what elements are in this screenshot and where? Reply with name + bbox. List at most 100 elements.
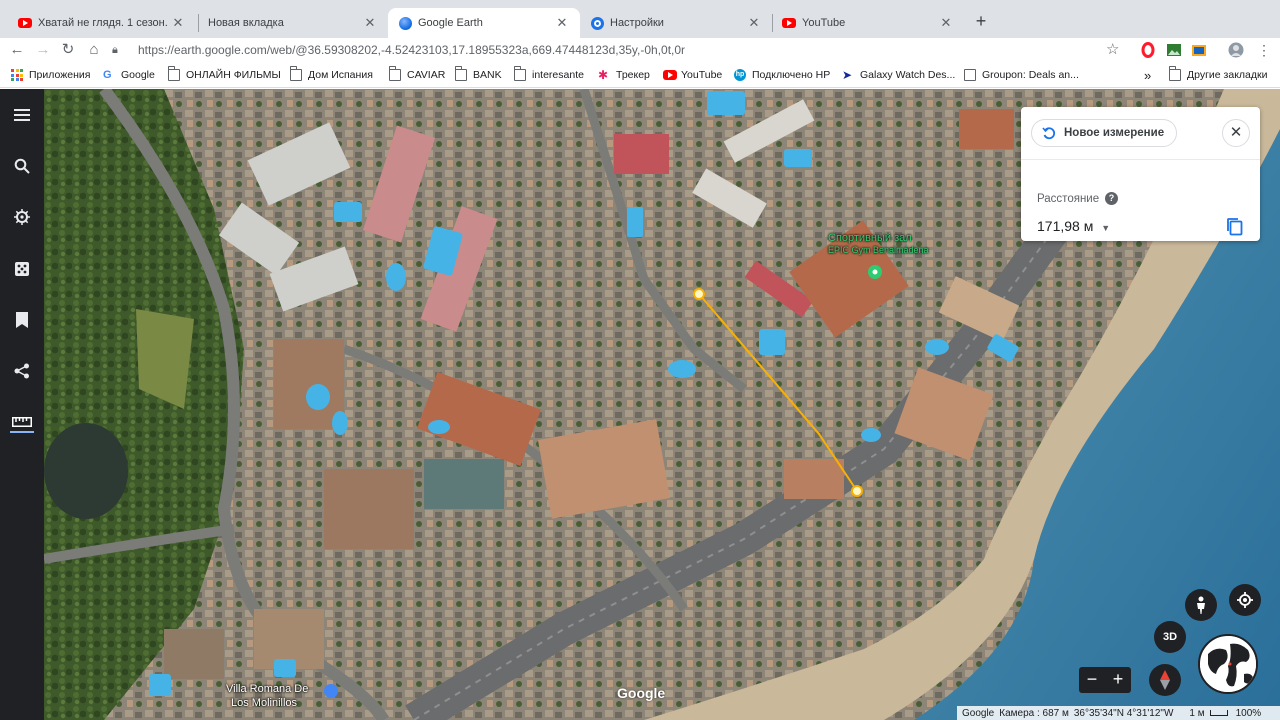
bookmark-label: Трекер [616, 69, 650, 81]
tab-title: Google Earth [418, 17, 483, 29]
close-icon[interactable]: ✕ [938, 15, 954, 31]
tab-settings[interactable]: Настройки ✕ [580, 8, 772, 38]
bookmark-folder-interesante[interactable]: interesante [513, 66, 584, 83]
place-label[interactable]: Los Molinillos [231, 697, 297, 709]
folder-icon [1168, 66, 1181, 81]
youtube-icon [782, 16, 796, 30]
folder-icon [167, 66, 180, 81]
page-icon [964, 69, 976, 81]
voyager-icon[interactable] [8, 203, 36, 231]
folder-icon [289, 66, 302, 81]
folder-icon [513, 66, 526, 81]
poi-label[interactable]: Спортивный зал [828, 232, 912, 244]
share-icon[interactable] [8, 357, 36, 385]
measurement-panel: Новое измерение ✕ Расстояние ? 171,98 м … [1021, 107, 1260, 241]
gym-pin-icon[interactable] [868, 265, 882, 279]
bookmark-hp[interactable]: hp Подключено HP [734, 67, 830, 83]
place-label[interactable]: Villa Romana De [226, 683, 308, 695]
zoom-out-button[interactable]: − [1079, 667, 1105, 693]
compass-icon[interactable] [1149, 664, 1181, 696]
tab-title: YouTube [802, 17, 846, 29]
bookmark-folder-spain[interactable]: Дом Испания [289, 66, 373, 83]
bookmark-groupon[interactable]: Groupon: Deals an... [964, 67, 1079, 83]
home-icon[interactable]: ⌂ [84, 40, 104, 60]
back-arrow-icon[interactable]: ← [7, 40, 27, 60]
menu-icon[interactable] [8, 101, 36, 129]
tab-youtube-show[interactable]: Хватай не глядя. 1 сезон. 17 с ✕ [8, 8, 196, 38]
tab-title: Настройки [610, 17, 664, 29]
new-measurement-button[interactable]: Новое измерение [1031, 119, 1178, 147]
gallery-extension-icon[interactable] [1191, 42, 1207, 58]
browser-toolbar: ← → ↻ ⌂ 🔒︎ https://earth.google.com/web/… [0, 38, 1280, 62]
tab-new-tab[interactable]: Новая вкладка ✕ [198, 8, 388, 38]
pegman-icon[interactable] [1185, 589, 1217, 621]
bookmark-folder-bank[interactable]: BANK [454, 66, 502, 83]
close-icon[interactable]: ✕ [362, 15, 378, 31]
bookmark-label: interesante [532, 69, 584, 81]
lock-icon: 🔒︎ [112, 43, 118, 56]
bookmark-tracker[interactable]: ✱ Трекер [598, 67, 650, 83]
bookmark-label: CAVIAR [407, 69, 446, 81]
bookmark-apps[interactable]: Приложения [11, 67, 90, 83]
bookmark-star-icon[interactable]: ☆ [1106, 40, 1119, 58]
tab-google-earth[interactable]: Google Earth ✕ [388, 8, 580, 38]
profile-avatar[interactable] [1228, 42, 1244, 58]
feeling-lucky-icon[interactable] [8, 255, 36, 283]
measurement-point-end[interactable] [851, 485, 863, 497]
youtube-icon [663, 69, 677, 81]
bookmark-label: BANK [473, 69, 502, 81]
photo-extension-icon[interactable] [1166, 42, 1182, 58]
place-pin-icon[interactable] [324, 684, 338, 698]
bookmark-label: Google [121, 69, 155, 81]
tab-strip: Хватай не глядя. 1 сезон. 17 с ✕ Новая в… [0, 0, 1280, 38]
close-icon[interactable]: ✕ [746, 15, 762, 31]
help-icon[interactable]: ? [1105, 192, 1118, 205]
forward-arrow-icon[interactable]: → [33, 40, 53, 60]
attribution[interactable]: Google [962, 708, 994, 719]
bookmark-label: Galaxy Watch Des... [860, 69, 956, 81]
google-earth-icon [398, 16, 412, 30]
new-tab-button[interactable]: + [970, 11, 992, 33]
distance-value-dropdown[interactable]: 171,98 м ▼ [1037, 218, 1110, 234]
my-location-icon[interactable] [1229, 584, 1261, 616]
address-bar[interactable]: 🔒︎ https://earth.google.com/web/@36.5930… [112, 39, 1134, 61]
zoom-in-button[interactable]: + [1105, 667, 1131, 693]
youtube-icon [18, 16, 32, 30]
bookmark-galaxy-watch[interactable]: ➤ Galaxy Watch Des... [842, 67, 955, 83]
close-icon[interactable]: ✕ [554, 15, 570, 31]
poi-sublabel[interactable]: EPIC Gym Benalmádena [828, 245, 929, 255]
distance-value: 171,98 м [1037, 218, 1094, 234]
more-menu-icon[interactable]: ⋮ [1254, 40, 1274, 60]
reload-icon[interactable]: ↻ [58, 40, 78, 60]
hp-icon: hp [734, 69, 746, 81]
bookmark-label: ОНЛАЙН ФИЛЬМЫ [186, 69, 281, 81]
bookmark-youtube[interactable]: YouTube [663, 67, 722, 83]
tab-title: Новая вкладка [208, 17, 284, 29]
zoom-control: − + [1079, 667, 1131, 693]
zoom-level: 100% [1235, 707, 1262, 719]
close-icon[interactable]: ✕ [1222, 119, 1250, 147]
copy-icon[interactable] [1226, 217, 1244, 237]
measurement-point-start[interactable] [693, 288, 705, 300]
close-icon[interactable]: ✕ [170, 15, 186, 31]
google-watermark: Google [617, 685, 666, 701]
tracker-icon: ✱ [598, 68, 609, 82]
bookmark-folder-films[interactable]: ОНЛАЙН ФИЛЬМЫ [167, 66, 281, 83]
search-icon[interactable] [8, 152, 36, 180]
tab-youtube[interactable]: YouTube ✕ [772, 8, 964, 38]
url-text: https://earth.google.com/web/@36.5930820… [138, 43, 686, 57]
bookmark-folder-caviar[interactable]: CAVIAR [388, 66, 446, 83]
bookmarks-bar: Приложения G Google ОНЛАЙН ФИЛЬМЫ Дом Исп… [0, 62, 1280, 88]
coordinates: 36°35'34"N 4°31'12"W [1073, 707, 1174, 719]
galaxy-icon: ➤ [842, 68, 853, 82]
google-g-icon: G [103, 69, 112, 81]
projects-icon[interactable] [8, 306, 36, 334]
other-bookmarks[interactable]: Другие закладки [1168, 66, 1267, 83]
opera-icon[interactable] [1140, 42, 1156, 58]
globe-minimap[interactable] [1198, 634, 1258, 694]
settings-gear-icon [590, 16, 604, 30]
bookmarks-overflow-button[interactable]: » [1144, 67, 1151, 83]
toggle-3d-button[interactable]: 3D [1154, 621, 1186, 653]
bookmark-google[interactable]: G Google [103, 67, 155, 83]
divider [1021, 159, 1260, 160]
